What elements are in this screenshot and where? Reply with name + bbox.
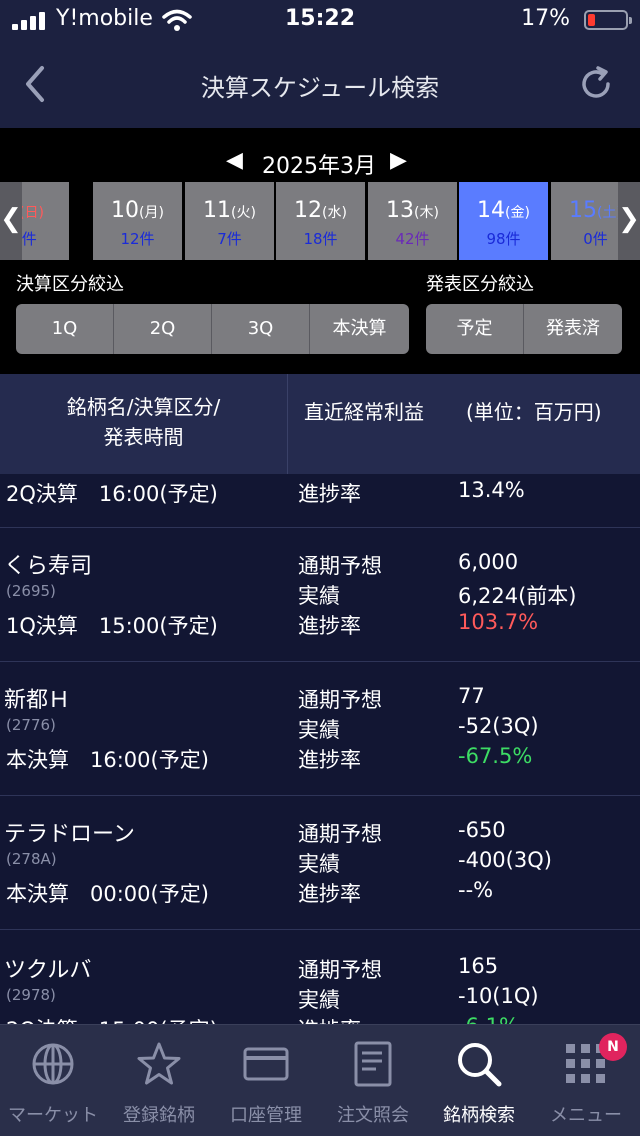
- tab-menu[interactable]: N メニュー: [533, 1025, 639, 1136]
- stock-name: 新都Ｈ: [4, 688, 71, 713]
- stock-code: (278A): [6, 850, 57, 868]
- status-bar: Y!mobile 15:22 17%: [0, 0, 640, 40]
- nav-bar: 決算スケジュール検索: [0, 40, 640, 128]
- table-header: 銘柄名/決算区分/ 発表時間 直近経常利益 (単位：百万円): [0, 374, 640, 474]
- refresh-icon[interactable]: [578, 66, 614, 102]
- happyo-filter-label: 発表区分絞込: [426, 274, 534, 295]
- header-unit-label: (単位：百万円): [466, 400, 602, 424]
- results-list[interactable]: 2Q決算 16:00(予定) 進捗率 13.4% くら寿司 (2695) 1Q決…: [0, 474, 640, 1024]
- kessan-filter-group: 1Q 2Q 3Q 本決算: [16, 304, 409, 354]
- page-title: 決算スケジュール検索: [200, 74, 440, 102]
- month-selector: ◀ 2025年3月 ▶: [0, 148, 640, 180]
- calendar-panel: ◀ 2025年3月 ▶ 9(日) 0件 10(月) 12件 11(火) 7件 1…: [0, 128, 640, 374]
- stock-name: くら寿司: [4, 554, 93, 579]
- list-item[interactable]: 2Q決算 16:00(予定) 進捗率 13.4%: [0, 474, 640, 528]
- month-label: 2025年3月: [262, 154, 376, 179]
- schedule-text: 2Q決算 15:00(予定): [6, 1014, 218, 1024]
- notification-badge: N: [599, 1033, 627, 1061]
- header-name-column: 銘柄名/決算区分/ 発表時間: [0, 374, 288, 474]
- tab-bar: マーケット 登録銘柄 口座管理 注文照会 銘柄検索 N メニュー: [0, 1024, 640, 1136]
- schedule-text: 1Q決算 15:00(予定): [6, 614, 218, 638]
- globe-icon: [32, 1043, 74, 1085]
- scroll-right-button[interactable]: ❯: [618, 182, 640, 260]
- filter-3q-button[interactable]: 3Q: [212, 304, 310, 354]
- schedule-text: 本決算 00:00(予定): [6, 882, 209, 906]
- progress-rate: --%: [458, 878, 494, 902]
- tab-orders[interactable]: 注文照会: [320, 1025, 426, 1136]
- list-item[interactable]: くら寿司 (2695) 1Q決算 15:00(予定) 通期予想 6,000 実績…: [0, 528, 640, 662]
- kessan-filter-label: 決算区分絞込: [16, 274, 124, 295]
- tab-account[interactable]: 口座管理: [213, 1025, 319, 1136]
- stock-code: (2695): [6, 582, 56, 600]
- battery-percent: 17%: [521, 6, 570, 31]
- progress-rate: -6.1%: [458, 1014, 519, 1024]
- filter-2q-button[interactable]: 2Q: [114, 304, 212, 354]
- document-icon: [354, 1041, 392, 1087]
- stock-name: テラドローン: [4, 822, 135, 847]
- search-icon: [458, 1043, 502, 1087]
- list-item[interactable]: テラドローン (278A) 本決算 00:00(予定) 通期予想 -650 実績…: [0, 796, 640, 930]
- star-icon: [137, 1042, 181, 1085]
- filter-announced-button[interactable]: 発表済: [524, 304, 622, 354]
- scroll-left-button[interactable]: ❮: [0, 182, 22, 260]
- prev-month-button[interactable]: ◀: [226, 148, 243, 173]
- progress-rate: 103.7%: [458, 610, 539, 634]
- stock-name: ツクルバ: [4, 958, 92, 983]
- tab-watchlist[interactable]: 登録銘柄: [106, 1025, 212, 1136]
- tab-stock-search[interactable]: 銘柄検索: [426, 1025, 532, 1136]
- day-cell-14-selected[interactable]: 14(金) 98件: [459, 182, 548, 260]
- stock-code: (2776): [6, 716, 56, 734]
- list-item[interactable]: 新都Ｈ (2776) 本決算 16:00(予定) 通期予想 77 実績 -52(…: [0, 662, 640, 796]
- filter-scheduled-button[interactable]: 予定: [426, 304, 524, 354]
- header-profit-column: 直近経常利益: [304, 400, 424, 424]
- next-month-button[interactable]: ▶: [390, 148, 407, 173]
- stock-code: (2978): [6, 986, 56, 1004]
- day-cell-13[interactable]: 13(木) 42件: [368, 182, 457, 260]
- happyo-filter-group: 予定 発表済: [426, 304, 622, 354]
- schedule-text: 本決算 16:00(予定): [6, 748, 209, 772]
- tab-market[interactable]: マーケット: [0, 1025, 106, 1136]
- day-cell-10[interactable]: 10(月) 12件: [93, 182, 182, 260]
- card-icon: [243, 1047, 289, 1081]
- day-strip: 9(日) 0件 10(月) 12件 11(火) 7件 12(水) 18件 13(…: [0, 182, 640, 260]
- day-cell-12[interactable]: 12(水) 18件: [276, 182, 365, 260]
- filter-annual-button[interactable]: 本決算: [310, 304, 409, 354]
- day-cell-11[interactable]: 11(火) 7件: [185, 182, 274, 260]
- progress-rate: -67.5%: [458, 744, 533, 768]
- list-item[interactable]: ツクルバ (2978) 2Q決算 15:00(予定) 通期予想 165 実績 -…: [0, 930, 640, 1024]
- filter-1q-button[interactable]: 1Q: [16, 304, 114, 354]
- battery-icon: [584, 10, 632, 30]
